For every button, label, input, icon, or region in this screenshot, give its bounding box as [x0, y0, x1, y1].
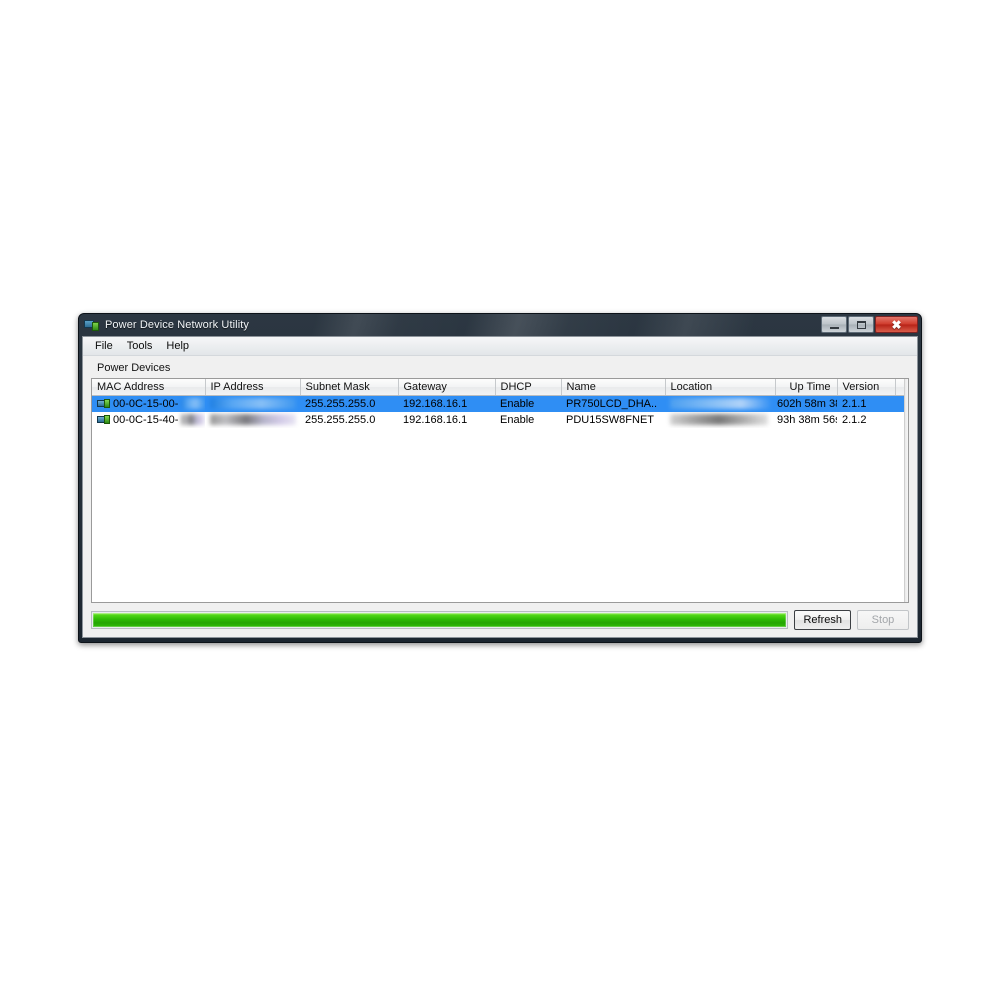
column-header-subnet-mask[interactable]: Subnet Mask	[300, 379, 399, 396]
stop-button: Stop	[857, 610, 909, 630]
app-window: Power Device Network Utility ✖ File Tool…	[78, 313, 922, 643]
table-body: 00-0C-15-00- 255.255.255.0 192.168.16.1 …	[92, 395, 908, 428]
mac-address-redaction	[181, 398, 205, 410]
mac-address-value: 00-0C-15-00-	[113, 397, 179, 410]
device-icon	[97, 398, 110, 409]
table-row[interactable]: 00-0C-15-40- 255.255.255.0 192.168.16.1 …	[92, 412, 908, 428]
power-devices-label: Power Devices	[97, 362, 171, 374]
close-icon: ✖	[891, 317, 902, 332]
column-header-gateway[interactable]: Gateway	[398, 379, 496, 396]
minimize-icon	[829, 326, 839, 329]
cell-ip-address	[205, 412, 300, 428]
maximize-icon	[856, 320, 866, 329]
cell-subnet-mask: 255.255.255.0	[300, 395, 398, 412]
menu-item-help[interactable]: Help	[159, 339, 196, 353]
table-header-row: MAC Address IP Address Subnet Mask Gatew…	[92, 379, 908, 396]
column-header-ip-address[interactable]: IP Address	[205, 379, 301, 396]
cell-version: 2.1.1	[837, 395, 895, 412]
cell-name: PDU15SW8FNET	[566, 413, 655, 426]
mac-address-redaction	[181, 414, 205, 425]
column-header-mac-address[interactable]: MAC Address	[92, 379, 206, 396]
column-header-dhcp[interactable]: DHCP	[495, 379, 562, 396]
ip-address-redaction	[210, 414, 296, 426]
cell-mac-address: 00-0C-15-40-	[92, 412, 205, 428]
device-icon	[97, 414, 110, 425]
mac-address-value: 00-0C-15-40-	[113, 413, 179, 426]
client-area: File Tools Help Power Devices MAC Addres…	[82, 336, 918, 638]
scan-progress-fill	[93, 613, 787, 627]
cell-version: 2.1.2	[842, 413, 867, 426]
cell-up-time: 602h 58m 38s	[775, 395, 837, 412]
page-root: Power Device Network Utility ✖ File Tool…	[0, 0, 1000, 1000]
cell-dhcp: Enable	[500, 413, 535, 426]
cell-gateway: 192.168.16.1	[398, 395, 495, 412]
table-row[interactable]: 00-0C-15-00- 255.255.255.0 192.168.16.1 …	[92, 395, 908, 412]
location-redaction	[670, 414, 768, 426]
window-title: Power Device Network Utility	[105, 319, 250, 331]
vertical-scrollbar[interactable]	[904, 379, 908, 602]
maximize-button[interactable]	[848, 316, 874, 333]
column-header-name[interactable]: Name	[561, 379, 666, 396]
cell-name: PR750LCD_DHA..	[561, 395, 665, 412]
device-table-container: MAC Address IP Address Subnet Mask Gatew…	[91, 378, 909, 603]
cell-ip-address	[205, 395, 300, 412]
menu-bar: File Tools Help	[83, 337, 917, 356]
minimize-button[interactable]	[821, 316, 847, 333]
menu-item-tools[interactable]: Tools	[120, 339, 160, 353]
cell-up-time: 93h 38m 56s	[777, 413, 837, 426]
window-controls: ✖	[821, 316, 918, 333]
main-panel: Power Devices MAC Address IP Address Sub…	[83, 356, 917, 637]
cell-subnet-mask: 255.255.255.0	[305, 413, 376, 426]
cell-location	[665, 412, 775, 428]
device-table: MAC Address IP Address Subnet Mask Gatew…	[92, 379, 908, 428]
refresh-button[interactable]: Refresh	[794, 610, 851, 630]
location-redaction	[670, 398, 772, 410]
cell-dhcp: Enable	[495, 395, 561, 412]
scan-progress-bar	[91, 611, 789, 629]
cell-location	[665, 395, 775, 412]
power-device-icon	[84, 319, 99, 332]
ip-address-redaction	[210, 398, 296, 410]
column-header-up-time[interactable]: Up Time	[775, 379, 838, 396]
cell-mac-address: 00-0C-15-00-	[92, 395, 205, 412]
close-button[interactable]: ✖	[875, 316, 918, 333]
column-header-version[interactable]: Version	[837, 379, 896, 396]
bottom-bar: Refresh Stop	[91, 609, 909, 631]
title-bar[interactable]: Power Device Network Utility ✖	[79, 314, 921, 336]
column-header-location[interactable]: Location	[665, 379, 776, 396]
cell-gateway: 192.168.16.1	[403, 413, 468, 426]
menu-item-file[interactable]: File	[88, 339, 120, 353]
